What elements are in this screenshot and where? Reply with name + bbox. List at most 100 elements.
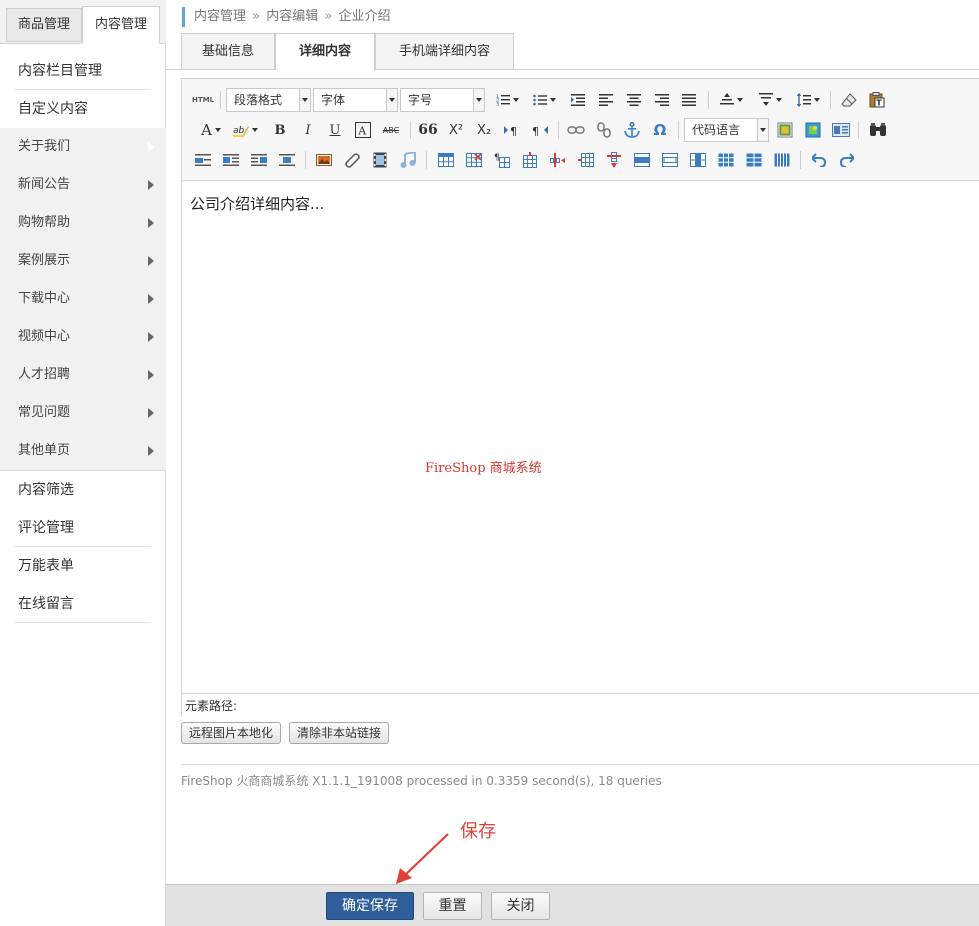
ordered-list-icon[interactable]: 123 bbox=[492, 90, 522, 110]
sidebar-item-other-pages[interactable]: 其他单页 bbox=[0, 432, 166, 470]
breadcrumb-item[interactable]: 内容管理 bbox=[194, 9, 246, 24]
tab-mobile-detail[interactable]: 手机端详细内容 bbox=[375, 33, 514, 70]
split-columns-icon[interactable] bbox=[772, 150, 792, 170]
attachment-icon[interactable] bbox=[342, 150, 362, 170]
html-source-button[interactable]: HTML bbox=[192, 90, 214, 110]
line-height-icon[interactable] bbox=[793, 90, 823, 110]
superscript-button[interactable]: X² bbox=[446, 120, 466, 140]
line-spacing-bottom-icon[interactable] bbox=[755, 90, 785, 110]
template-icon[interactable] bbox=[775, 120, 795, 140]
delete-column-icon[interactable] bbox=[604, 150, 624, 170]
insert-column-icon[interactable] bbox=[576, 150, 596, 170]
tab-content-management[interactable]: 内容管理 bbox=[82, 6, 160, 44]
background-icon[interactable] bbox=[803, 120, 823, 140]
reset-button[interactable]: 重置 bbox=[423, 892, 482, 920]
undo-icon[interactable] bbox=[809, 150, 829, 170]
sidebar-item-videos[interactable]: 视频中心 bbox=[0, 318, 166, 356]
merge-cells-icon[interactable] bbox=[632, 150, 652, 170]
sidebar-item-content-filter[interactable]: 内容筛选 bbox=[0, 471, 166, 509]
rtl-direction-icon[interactable]: ¶ bbox=[530, 120, 550, 140]
sidebar-item-shopping-help[interactable]: 购物帮助 bbox=[0, 204, 166, 242]
sidebar-item-label: 人才招聘 bbox=[18, 367, 71, 382]
underline-button[interactable]: U bbox=[325, 120, 345, 140]
strikethrough-button[interactable]: ABC bbox=[378, 120, 404, 140]
editor-content-text[interactable]: 公司介绍详细内容... bbox=[190, 193, 324, 214]
blockquote-button[interactable]: 66 bbox=[418, 120, 438, 140]
tab-basic-info[interactable]: 基础信息 bbox=[181, 33, 275, 70]
link-icon[interactable] bbox=[566, 120, 586, 140]
localize-remote-images-button[interactable]: 远程图片本地化 bbox=[181, 722, 282, 744]
paragraph-format-select[interactable]: 段落格式 bbox=[226, 88, 311, 112]
eraser-icon[interactable] bbox=[839, 90, 859, 110]
special-char-button[interactable]: Ω bbox=[650, 120, 670, 140]
sidebar-item-custom-content[interactable]: 自定义内容 bbox=[0, 90, 166, 128]
sidebar-item-messages[interactable]: 在线留言 bbox=[0, 585, 166, 623]
unordered-list-icon[interactable] bbox=[529, 90, 559, 110]
tab-product-management[interactable]: 商品管理 bbox=[6, 8, 82, 42]
image-text-layout-icon[interactable] bbox=[831, 120, 851, 140]
image-right-icon[interactable] bbox=[249, 150, 269, 170]
merge-right-icon[interactable] bbox=[660, 150, 680, 170]
redo-icon[interactable] bbox=[837, 150, 857, 170]
breadcrumb-item-current: 企业介绍 bbox=[338, 9, 391, 24]
svg-text:ab: ab bbox=[233, 126, 245, 136]
sidebar-item-label: 下载中心 bbox=[18, 291, 71, 306]
align-center-icon[interactable] bbox=[624, 90, 644, 110]
split-rows-icon[interactable] bbox=[744, 150, 764, 170]
sidebar-item-cases[interactable]: 案例展示 bbox=[0, 242, 166, 280]
sidebar-item-about-us[interactable]: 关于我们 bbox=[0, 128, 166, 166]
sidebar-item-recruitment[interactable]: 人才招聘 bbox=[0, 356, 166, 394]
font-family-select[interactable]: 字体 bbox=[313, 88, 398, 112]
ltr-direction-icon[interactable]: ¶ bbox=[502, 120, 522, 140]
merge-down-icon[interactable] bbox=[688, 150, 708, 170]
chevron-right-icon bbox=[148, 142, 154, 152]
sidebar-item-news[interactable]: 新闻公告 bbox=[0, 166, 166, 204]
insert-paragraph-before-table-icon[interactable]: ¶ bbox=[492, 150, 512, 170]
image-center-icon[interactable] bbox=[277, 150, 297, 170]
insert-table-icon[interactable] bbox=[436, 150, 456, 170]
font-color-button[interactable]: A bbox=[196, 120, 226, 140]
font-size-select[interactable]: 字号 bbox=[400, 88, 485, 112]
svg-text:3: 3 bbox=[496, 102, 499, 107]
split-cells-icon[interactable] bbox=[716, 150, 736, 170]
delete-row-icon[interactable] bbox=[548, 150, 568, 170]
search-replace-icon[interactable] bbox=[868, 120, 888, 140]
tab-detail-content[interactable]: 详细内容 bbox=[275, 33, 375, 71]
insert-image-icon[interactable] bbox=[314, 150, 334, 170]
bold-button[interactable]: B bbox=[270, 120, 290, 140]
align-right-icon[interactable] bbox=[652, 90, 672, 110]
insert-music-icon[interactable] bbox=[398, 150, 418, 170]
highlight-color-icon[interactable]: ab bbox=[229, 120, 261, 140]
save-annotation-text: 保存 bbox=[460, 821, 496, 842]
sidebar-item-downloads[interactable]: 下载中心 bbox=[0, 280, 166, 318]
sidebar-item-label: 自定义内容 bbox=[18, 101, 88, 117]
save-button[interactable]: 确定保存 bbox=[326, 892, 414, 920]
paste-text-icon[interactable]: T bbox=[867, 90, 887, 110]
unlink-icon[interactable] bbox=[594, 120, 614, 140]
sidebar-item-comments[interactable]: 评论管理 bbox=[0, 509, 166, 547]
code-language-select[interactable]: 代码语言 bbox=[684, 118, 769, 142]
line-spacing-top-icon[interactable] bbox=[716, 90, 746, 110]
insert-row-icon[interactable] bbox=[520, 150, 540, 170]
sidebar-item-faq[interactable]: 常见问题 bbox=[0, 394, 166, 432]
indent-icon[interactable] bbox=[568, 90, 588, 110]
font-border-icon[interactable]: A bbox=[353, 120, 373, 140]
insert-video-icon[interactable] bbox=[370, 150, 390, 170]
anchor-icon[interactable] bbox=[622, 120, 642, 140]
delete-table-icon[interactable] bbox=[464, 150, 484, 170]
sidebar-item-label: 内容筛选 bbox=[18, 482, 74, 498]
sidebar-item-column-management[interactable]: 内容栏目管理 bbox=[0, 52, 166, 90]
subscript-button[interactable]: X₂ bbox=[474, 120, 494, 140]
clear-external-links-button[interactable]: 清除非本站链接 bbox=[289, 722, 390, 744]
breadcrumb-separator: » bbox=[252, 9, 261, 24]
sidebar-item-universal-form[interactable]: 万能表单 bbox=[0, 547, 166, 585]
align-justify-icon[interactable] bbox=[679, 90, 699, 110]
breadcrumb-item[interactable]: 内容编辑 bbox=[266, 9, 318, 24]
image-left-icon[interactable] bbox=[221, 150, 241, 170]
align-left-icon[interactable] bbox=[596, 90, 616, 110]
close-button[interactable]: 关闭 bbox=[491, 892, 550, 920]
system-footer-text: FireShop 火商商城系统 X1.1.1_191008 processed … bbox=[181, 774, 662, 788]
editor-content-area[interactable]: 公司介绍详细内容... FireShop 商城系统 bbox=[182, 181, 979, 693]
italic-button[interactable]: I bbox=[298, 120, 318, 140]
image-none-icon[interactable] bbox=[193, 150, 213, 170]
